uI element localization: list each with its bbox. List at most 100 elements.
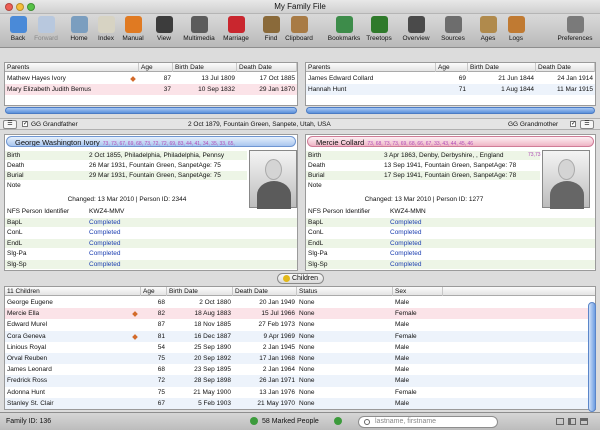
cell-death: 2 Jan 1945	[262, 343, 295, 351]
husband-ordinance-row[interactable]: ConL Completed	[5, 228, 297, 237]
column-header[interactable]: Death Date	[237, 63, 297, 72]
toolbar-view-button[interactable]: View	[148, 16, 180, 47]
parents_left-row[interactable]: Mathew Hayes Ivory 87 13 Jul 1809 17 Oct 18…	[5, 73, 297, 84]
children-row[interactable]: James Leonard 68 23 Sep 1895 2 Jan 1964 None…	[5, 364, 595, 375]
children-row[interactable]: George Eugene 68 2 Oct 1880 20 Jan 1949 None…	[5, 297, 595, 308]
toolbar-manual-button[interactable]: Manual	[117, 16, 149, 47]
marked-people-count[interactable]: 58 Marked People	[262, 413, 319, 430]
husband-ordinance-row[interactable]: Slg-Sp Completed	[5, 259, 297, 269]
children-row[interactable]: Stanley St. Clair 67 5 Feb 1903 21 May 1970…	[5, 397, 595, 409]
zoom-window-button[interactable]	[27, 3, 35, 11]
children-tab-button[interactable]: Children	[277, 273, 324, 284]
wife-ordinance-row[interactable]: EndL Completed	[306, 238, 595, 248]
gg-grandfather-checkbox[interactable]: ✓	[22, 121, 28, 127]
column-header[interactable]: Status	[297, 287, 393, 296]
children-scrollbar[interactable]	[588, 302, 596, 412]
children-tab-icon	[282, 274, 290, 282]
toolbar-marriage-button[interactable]: Marriage	[220, 16, 252, 47]
column-header[interactable]: Age	[141, 287, 167, 296]
children-row[interactable]: Orval Reuben 75 20 Sep 1892 17 Jan 1968 None…	[5, 353, 595, 365]
minimize-window-button[interactable]	[16, 3, 24, 11]
toolbar-preferences-button[interactable]: Preferences	[553, 16, 597, 47]
toolbar-sources-button[interactable]: Sources	[437, 16, 469, 47]
cell-name: Mathew Hayes Ivory	[7, 75, 66, 82]
husband-parents-scrollbar[interactable]	[5, 107, 297, 114]
ordinance-value: KWZ4-MMN	[390, 208, 426, 215]
wife-portrait[interactable]	[542, 150, 590, 209]
toolbar-bookmarks-button[interactable]: Bookmarks	[323, 16, 365, 47]
cell-name: Mary Elizabeth Judith Bemus	[7, 86, 92, 93]
search-field[interactable]: lastname, firstname	[358, 416, 498, 428]
wife-fact-row[interactable]: Death 13 Sep 1941, Fountain Green, Sanpet…	[306, 161, 540, 170]
parents_right-row[interactable]: Hannah Hunt 71 1 Aug 1844 11 Mar 1915	[306, 84, 595, 95]
wife-ordinance-row[interactable]: ConL Completed	[306, 228, 595, 237]
wife-ordinance-row[interactable]: NFS Person Identifier KWZ4-MMN	[306, 207, 595, 216]
wife-ordinance-row[interactable]: Slg-Pa Completed	[306, 249, 595, 258]
husband-ordinance-row[interactable]: EndL Completed	[5, 238, 297, 248]
column-header[interactable]: Sex	[393, 287, 443, 296]
cell-name: George Eugene	[7, 299, 53, 306]
ordinance-value: Completed	[89, 229, 121, 236]
layout-single-icon[interactable]	[556, 418, 564, 425]
toolbar-forward-button[interactable]: Forward	[30, 16, 62, 47]
ordinance-value: Completed	[89, 218, 121, 226]
toolbar-clipboard-button[interactable]: Clipboard	[283, 16, 315, 47]
children-row[interactable]: Adonna Hunt 75 21 May 1900 13 Jan 1976 None F…	[5, 387, 595, 398]
wife-name-pill[interactable]: Mercie Collard 73, 68, 73, 73, 69, 68, 66…	[307, 136, 594, 147]
toolbar-multimedia-button[interactable]: Multimedia	[178, 16, 220, 47]
wife-fact-row[interactable]: Birth 3 Apr 1863, Denby, Derbyshire, , En…	[306, 151, 541, 160]
layout-stack-icon[interactable]	[580, 418, 588, 425]
husband-portrait[interactable]	[249, 150, 297, 209]
husband-menu-button[interactable]: ☰	[3, 120, 17, 129]
wife-fact-row[interactable]: Burial 17 Sep 1941, Fountain Green, Sanpe…	[306, 171, 540, 180]
cell-status: None	[299, 332, 315, 340]
husband-fact-row[interactable]: Death 26 Mar 1931, Fountain Green, Sanpet…	[5, 161, 247, 170]
close-window-button[interactable]	[5, 3, 13, 11]
column-header[interactable]: Parents	[306, 63, 436, 72]
children-row[interactable]: Edward Murel 87 18 Nov 1885 27 Feb 1973 None…	[5, 319, 595, 330]
wife-fact-row[interactable]: Note	[306, 181, 540, 190]
column-header[interactable]: 11 Children	[5, 287, 141, 296]
children-row[interactable]: Fredrick Ross 72 28 Sep 1898 26 Jan 1971 Non…	[5, 375, 595, 387]
ordinance-value: Completed	[390, 239, 422, 247]
bookmarks-icon	[335, 16, 353, 33]
fact-label: Death	[7, 162, 25, 169]
marked-people-menu-icon[interactable]	[334, 417, 342, 425]
parents_left-row[interactable]: Mary Elizabeth Judith Bemus 37 10 Sep 1832…	[5, 84, 297, 95]
parents_right-row[interactable]: James Edward Collard 69 21 Jun 1844 24 Jan …	[306, 73, 595, 84]
gg-grandmother-checkbox[interactable]: ✓	[570, 121, 576, 127]
toolbar-logs-button[interactable]: Logs	[500, 16, 532, 47]
column-header[interactable]: Birth Date	[173, 63, 237, 72]
husband-name-pill[interactable]: George Washington Ivory 73, 73, 67, 69, 6…	[6, 136, 296, 147]
cell-status: None	[299, 310, 315, 318]
wife-ordinance-row[interactable]: BapL Completed	[306, 217, 595, 227]
wife-ordinance-row[interactable]: Slg-Sp Completed	[306, 259, 595, 269]
column-header[interactable]: Birth Date	[167, 287, 233, 296]
husband-ordinance-row[interactable]: Slg-Pa Completed	[5, 249, 297, 258]
husband-fact-row[interactable]: Note	[5, 181, 247, 190]
husband-generation-numbers: 73, 73, 67, 69, 68, 73, 72, 72, 69, 83, …	[102, 141, 235, 147]
ordinance-label: BapL	[308, 218, 324, 226]
husband-fact-row[interactable]: Birth 2 Oct 1855, Philadelphia, Philadelp…	[5, 151, 247, 160]
husband-fact-row[interactable]: Burial 29 Mar 1931, Fountain Green, Sanpe…	[5, 171, 247, 180]
column-header[interactable]: Death Date	[536, 63, 595, 72]
layout-split-icon[interactable]	[568, 418, 576, 425]
column-header[interactable]: Parents	[5, 63, 139, 72]
husband-ordinance-row[interactable]: NFS Person Identifier KWZ4-MMV	[5, 207, 297, 216]
column-header[interactable]: Age	[139, 63, 173, 72]
children-row[interactable]: Mercie Ella 82 18 Aug 1883 15 Jul 1966 None F…	[5, 308, 595, 320]
children-row[interactable]: Linious Royal 54 25 Sep 1890 2 Jan 1945 None…	[5, 342, 595, 353]
toolbar-treetops-button[interactable]: Treetops	[363, 16, 395, 47]
column-header[interactable]: Age	[436, 63, 468, 72]
cell-birth: 13 Jul 1809	[201, 75, 235, 82]
cell-name: Linious Royal	[7, 343, 47, 351]
wife-menu-button[interactable]: ☰	[580, 120, 594, 129]
cell-death: 17 Jan 1968	[259, 355, 295, 362]
husband-ordinance-row[interactable]: BapL Completed	[5, 217, 297, 227]
children-row[interactable]: Cora Geneva 81 16 Dec 1887 9 Apr 1969 None Fe…	[5, 330, 595, 342]
toolbar-overview-button[interactable]: Overview	[400, 16, 432, 47]
cell-status: None	[299, 399, 315, 407]
wife-parents-scrollbar[interactable]	[306, 107, 595, 114]
column-header[interactable]: Birth Date	[468, 63, 536, 72]
column-header[interactable]: Death Date	[233, 287, 297, 296]
